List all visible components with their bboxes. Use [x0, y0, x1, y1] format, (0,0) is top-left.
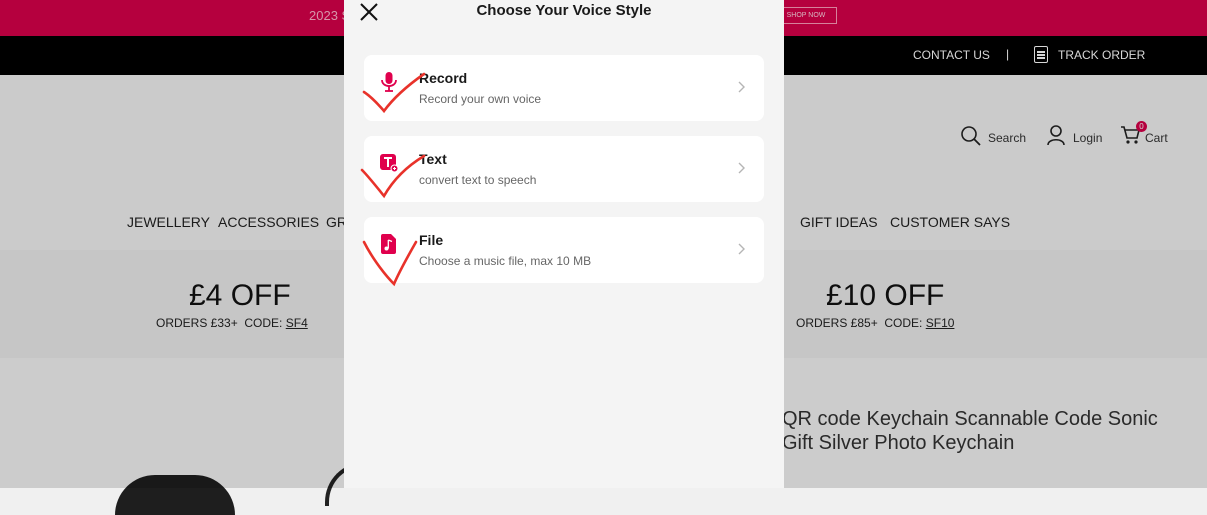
checkmark-annotation-icon [362, 240, 418, 287]
chevron-right-icon [738, 81, 745, 93]
chevron-right-icon [738, 162, 745, 174]
modal-title: Choose Your Voice Style [476, 2, 652, 19]
checkmark-annotation-icon [360, 154, 426, 199]
option-file-title: File [419, 232, 444, 248]
chevron-right-icon [738, 243, 745, 255]
option-record-subtitle: Record your own voice [419, 92, 542, 106]
checkmark-annotation-icon [362, 72, 426, 114]
option-file[interactable]: File Choose a music file, max 10 MB [364, 217, 764, 283]
option-file-subtitle: Choose a music file, max 10 MB [419, 254, 592, 268]
option-text-subtitle: convert text to speech [419, 173, 537, 187]
